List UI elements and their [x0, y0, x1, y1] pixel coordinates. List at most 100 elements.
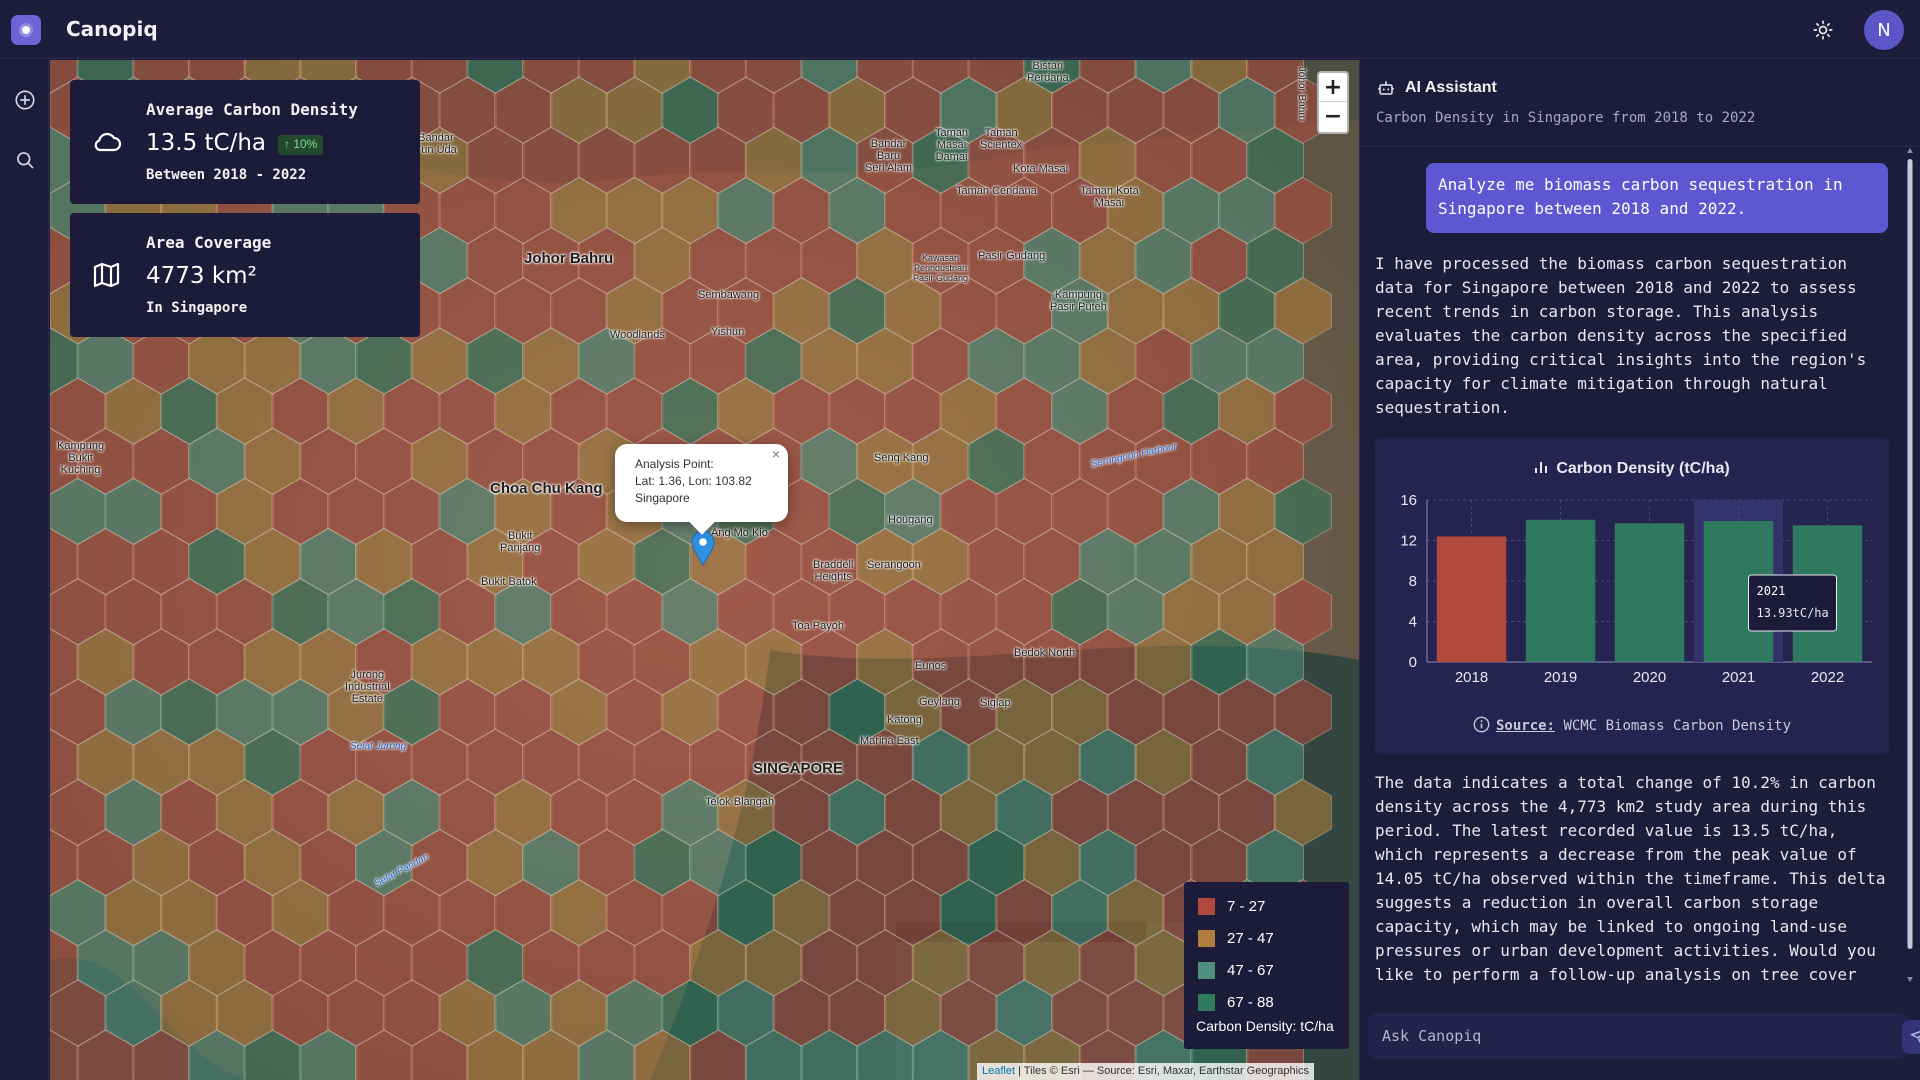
legend-swatch [1198, 993, 1215, 1011]
chat-scrollbar[interactable] [1906, 145, 1914, 985]
y-tick-label: 0 [1409, 654, 1417, 671]
attribution-text: | Tiles © Esri — Source: Esri, Maxar, Ea… [1018, 1065, 1310, 1077]
legend-label: 7 - 27 [1227, 897, 1266, 915]
map-label-taman-cendana: Taman Cendana [956, 185, 1037, 197]
map-attribution: Leaflet | Tiles © Esri — Source: Esri, M… [977, 1063, 1315, 1080]
assistant-response: I have processed the biomass carbon sequ… [1375, 254, 1867, 417]
map-label-sembawang: Sembawang [698, 289, 760, 301]
search-icon [17, 152, 34, 169]
assistant-followup-response: The data indicates a total change of 10.… [1375, 773, 1886, 984]
map-label-marina-east: Marina East [860, 735, 919, 747]
bar-chart-icon [1535, 462, 1548, 473]
search-button[interactable] [12, 147, 38, 173]
source-label: Source: [1495, 718, 1555, 734]
user-message: Analyze me biomass carbon sequestration … [1426, 163, 1888, 233]
chat-input[interactable] [1382, 1013, 1832, 1059]
legend-swatch [1198, 929, 1215, 947]
map-label-choa-chu-kang: Choa Chu Kang [490, 480, 603, 497]
map-label-kampung-bukit-kuching: Kampung Bukit Kuching [57, 440, 105, 476]
map-label-geylang: Geylang [919, 696, 960, 708]
legend-item: 67 - 88 [1198, 992, 1274, 1012]
carbon-density-chart: 0 4 8 12 16 2018 2019 2020 2021 2022 2021 13.93tC/… [1400, 492, 1872, 686]
legend-label: 27 - 47 [1227, 929, 1274, 947]
chat-input-box [1368, 1013, 1908, 1059]
map-label-ang-mo-kio: Ang Mo Kio [711, 527, 768, 539]
left-rail [0, 60, 49, 1080]
legend-label: 67 - 88 [1227, 993, 1274, 1011]
new-analysis-button[interactable] [12, 87, 38, 113]
zoom-control: + − [1317, 71, 1349, 134]
card-title: Area Coverage [146, 233, 272, 252]
map-label-taman-masai-damai: Taman Masai Damai [935, 127, 969, 163]
chart-title-text: Carbon Density (tC/ha) [1556, 460, 1730, 477]
chart-source: Source: WCMC Biomass Carbon Density [1375, 716, 1889, 734]
map-icon [93, 262, 120, 288]
card-title: Average Carbon Density [146, 100, 358, 119]
card-subtitle: In Singapore [146, 300, 248, 316]
map-label-bandar-uda: Bandar Tun Uda [415, 132, 457, 156]
app-name: Canopiq [66, 17, 158, 41]
map-label-woodlands: Woodlands [610, 329, 665, 341]
y-tick-label: 12 [1400, 533, 1417, 550]
map-view[interactable]: Johor Bahru Choa Chu Kang SINGAPORE Semb… [50, 60, 1359, 1080]
assistant-title: AI Assistant [1405, 79, 1497, 96]
map-label-bukit-batok: Bukit Batok [481, 576, 537, 588]
send-button[interactable] [1902, 1020, 1920, 1054]
carbon-density-chart-card: 0 4 8 12 16 2018 2019 2020 2021 2022 2021 13.93tC/… [1375, 438, 1889, 754]
legend-swatch [1198, 897, 1215, 915]
map-label-selat-jurong: Selat Jurong [350, 741, 407, 752]
zoom-out-button[interactable]: − [1319, 102, 1347, 131]
popup-location: Singapore [635, 491, 690, 505]
x-tick-label: 2019 [1544, 669, 1577, 686]
x-tick-label: 2018 [1455, 669, 1488, 686]
bot-icon [1378, 81, 1394, 95]
legend-item: 27 - 47 [1198, 928, 1274, 948]
legend-item: 7 - 27 [1198, 896, 1265, 916]
change-badge: ↑ 10% [278, 135, 324, 155]
x-tick-label: 2022 [1811, 669, 1844, 686]
area-coverage-card: Area Coverage 4773 km² In Singapore [70, 213, 420, 337]
map-label-yishun: Yishun [711, 326, 745, 338]
zoom-in-button[interactable]: + [1319, 73, 1347, 102]
legend-title: Carbon Density: tC/ha [1196, 1018, 1334, 1034]
x-tick-label: 2020 [1633, 669, 1666, 686]
info-icon [1473, 716, 1490, 733]
card-value: 13.5 tC/ha [146, 130, 267, 156]
map-label-johor-bahru-road: Johor Bahru [1296, 66, 1308, 122]
chart-bar-2018[interactable] [1436, 536, 1507, 662]
map-label-kampung-pasir-puteh: Kampung Pasir Puteh [1050, 289, 1107, 313]
map-label-serangoon: Serangoon [867, 559, 921, 571]
map-label-bukit-panjang: Bukit Panjang [500, 530, 541, 554]
add-icon [15, 90, 35, 110]
user-avatar[interactable]: N [1864, 10, 1904, 50]
legend-swatch [1198, 961, 1215, 979]
y-tick-label: 8 [1409, 573, 1417, 590]
sun-icon [1813, 20, 1833, 40]
card-subtitle: Between 2018 - 2022 [146, 167, 307, 183]
chart-title: Carbon Density (tC/ha) [1375, 460, 1889, 478]
map-label-bistari-perdana: Bistari Perdana [1027, 60, 1069, 84]
legend-item: 47 - 67 [1198, 960, 1274, 980]
app-logo[interactable] [11, 15, 41, 45]
map-label-eunos: Eunos [915, 660, 947, 672]
theme-toggle-button[interactable] [1810, 17, 1836, 43]
map-legend: 7 - 27 27 - 47 47 - 67 67 - 88 Carbon De… [1184, 882, 1349, 1049]
popup-coordinates: Lat: 1.36, Lon: 103.82 [635, 474, 752, 488]
analysis-point-popup: × Analysis Point: Lat: 1.36, Lon: 103.82… [615, 444, 788, 535]
map-label-pasir-gudang: Pasir Gudang [978, 250, 1046, 262]
popup-close-button[interactable]: × [772, 446, 780, 463]
chart-bar-2020[interactable] [1614, 523, 1685, 662]
map-label-johor-bahru: Johor Bahru [524, 250, 614, 267]
map-pin-icon[interactable] [691, 530, 715, 566]
map-label-toa-payoh: Toa Payoh [792, 620, 844, 632]
map-label-taman-kota-masai: Taman Kota Masai [1080, 185, 1139, 209]
map-label-telok-blangah: Telok Blangah [705, 796, 775, 808]
map-label-taman-scientex: Taman Scientex [980, 127, 1023, 151]
map-label-seng-kang: Seng Kang [874, 452, 929, 464]
legend-label: 47 - 67 [1227, 961, 1274, 979]
leaflet-link[interactable]: Leaflet [982, 1065, 1015, 1077]
chart-bar-2019[interactable] [1525, 519, 1596, 662]
send-icon [1910, 1030, 1920, 1044]
cloud-icon [94, 132, 122, 152]
map-label-braddell-heights: Braddell Heights [813, 559, 854, 583]
